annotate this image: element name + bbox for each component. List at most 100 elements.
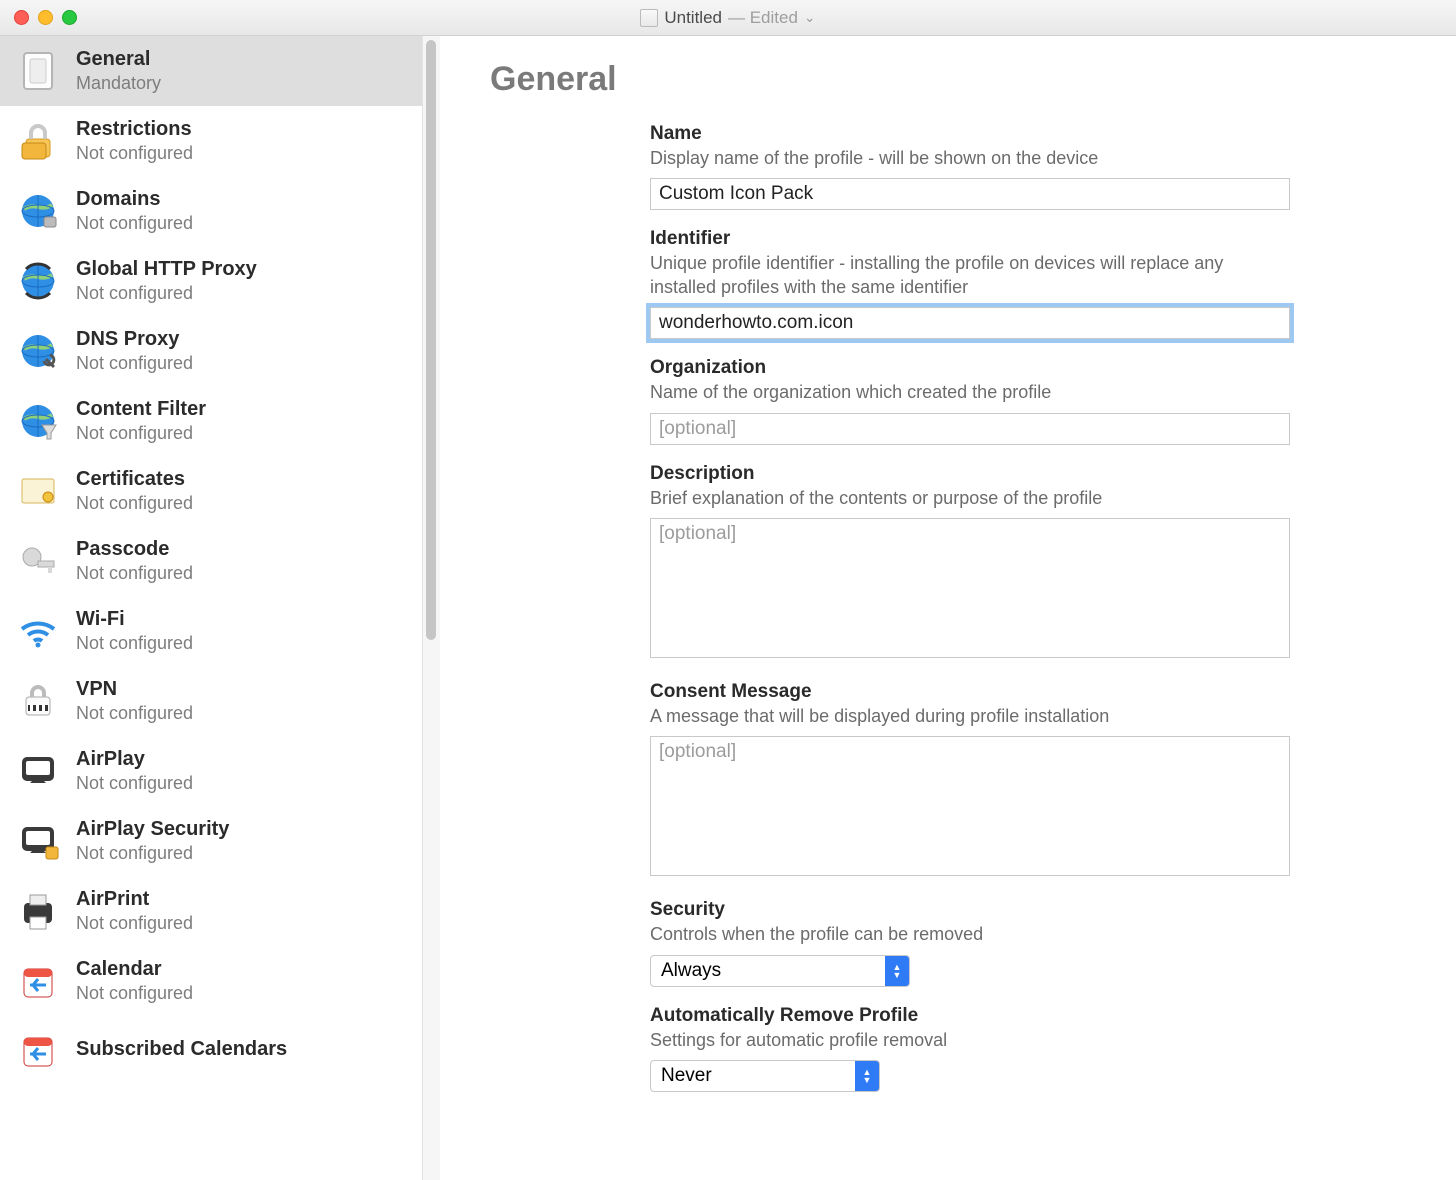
description-input[interactable] — [650, 518, 1290, 658]
sidebar-item-domains[interactable]: DomainsNot configured — [0, 176, 440, 246]
sidebar-item-passcode[interactable]: PasscodeNot configured — [0, 526, 440, 596]
sidebar-item-subtitle: Not configured — [76, 843, 229, 864]
field-security: Security Controls when the profile can b… — [650, 899, 1290, 986]
field-description: Description Brief explanation of the con… — [650, 463, 1290, 663]
autoremove-label: Automatically Remove Profile — [650, 1005, 1290, 1027]
identifier-input[interactable] — [650, 307, 1290, 339]
document-title: Untitled — [664, 8, 722, 28]
consent-label: Consent Message — [650, 681, 1290, 703]
name-help: Display name of the profile - will be sh… — [650, 147, 1290, 170]
calendar-icon — [16, 959, 60, 1003]
sidebar-item-subcal[interactable]: Subscribed Calendars — [0, 1016, 440, 1084]
sidebar-item-vpn[interactable]: VPNNot configured — [0, 666, 440, 736]
sidebar-item-title: General — [76, 48, 161, 71]
sidebar-item-airprint[interactable]: AirPrintNot configured — [0, 876, 440, 946]
stepper-icon: ▲▼ — [855, 1061, 879, 1091]
field-consent: Consent Message A message that will be d… — [650, 681, 1290, 881]
key-icon — [16, 539, 60, 583]
printer-icon — [16, 889, 60, 933]
sidebar-scrollbar-track[interactable] — [422, 36, 440, 1180]
security-label: Security — [650, 899, 1290, 921]
globe-lock-icon — [16, 189, 60, 233]
sidebar-item-airplaysec[interactable]: AirPlay SecurityNot configured — [0, 806, 440, 876]
sidebar-item-subtitle: Not configured — [76, 283, 257, 304]
field-identifier: Identifier Unique profile identifier - i… — [650, 228, 1290, 339]
globe-cycle-icon — [16, 259, 60, 303]
sidebar-item-title: Restrictions — [76, 118, 193, 141]
sidebar-item-title: DNS Proxy — [76, 328, 193, 351]
lock-icon — [16, 119, 60, 163]
zoom-window-button[interactable] — [62, 10, 77, 25]
minimize-window-button[interactable] — [38, 10, 53, 25]
close-window-button[interactable] — [14, 10, 29, 25]
sidebar-item-wifi[interactable]: Wi-FiNot configured — [0, 596, 440, 666]
sidebar-item-restrictions[interactable]: RestrictionsNot configured — [0, 106, 440, 176]
sidebar-item-httpproxy[interactable]: Global HTTP ProxyNot configured — [0, 246, 440, 316]
sidebar-item-title: Calendar — [76, 958, 193, 981]
sidebar-item-title: Passcode — [76, 538, 193, 561]
sidebar-item-title: AirPlay Security — [76, 818, 229, 841]
organization-label: Organization — [650, 357, 1290, 379]
sidebar-item-subtitle: Not configured — [76, 983, 193, 1004]
consent-help: A message that will be displayed during … — [650, 705, 1290, 728]
organization-help: Name of the organization which created t… — [650, 381, 1290, 404]
sidebar-item-subtitle: Not configured — [76, 213, 193, 234]
security-help: Controls when the profile can be removed — [650, 923, 1290, 946]
sidebar-item-certificates[interactable]: CertificatesNot configured — [0, 456, 440, 526]
main-panel: General Name Display name of the profile… — [440, 36, 1456, 1180]
field-name: Name Display name of the profile - will … — [650, 123, 1290, 210]
sidebar-item-subtitle: Not configured — [76, 563, 193, 584]
description-label: Description — [650, 463, 1290, 485]
sidebar-item-calendar[interactable]: CalendarNot configured — [0, 946, 440, 1016]
name-label: Name — [650, 123, 1290, 145]
stepper-icon: ▲▼ — [885, 956, 909, 986]
sidebar-item-dnsproxy[interactable]: DNS ProxyNot configured — [0, 316, 440, 386]
globe-wrench-icon — [16, 329, 60, 373]
sidebar-item-title: AirPlay — [76, 748, 193, 771]
page-title: General — [490, 60, 1426, 99]
airplay-lock-icon — [16, 819, 60, 863]
sidebar-item-subtitle: Not configured — [76, 773, 193, 794]
sidebar-item-subtitle: Not configured — [76, 423, 206, 444]
sidebar-item-subtitle: Not configured — [76, 143, 193, 164]
sidebar-item-title: Global HTTP Proxy — [76, 258, 257, 281]
general-icon — [16, 49, 60, 93]
sidebar-scrollbar-thumb[interactable] — [426, 40, 436, 640]
sidebar-item-subtitle: Not configured — [76, 703, 193, 724]
vpn-icon — [16, 679, 60, 723]
airplay-icon — [16, 749, 60, 793]
sidebar-item-subtitle: Mandatory — [76, 73, 161, 94]
consent-input[interactable] — [650, 736, 1290, 876]
sidebar-item-airplay[interactable]: AirPlayNot configured — [0, 736, 440, 806]
calendar-sub-icon — [16, 1028, 60, 1072]
document-state: — Edited — [728, 8, 798, 28]
sidebar-item-title: Content Filter — [76, 398, 206, 421]
identifier-label: Identifier — [650, 228, 1290, 250]
organization-input[interactable] — [650, 413, 1290, 445]
sidebar-item-subtitle: Not configured — [76, 633, 193, 654]
sidebar-item-title: Domains — [76, 188, 193, 211]
name-input[interactable] — [650, 178, 1290, 210]
autoremove-select-value: Never — [651, 1061, 722, 1091]
description-help: Brief explanation of the contents or pur… — [650, 487, 1290, 510]
autoremove-help: Settings for automatic profile removal — [650, 1029, 1290, 1052]
security-select-value: Always — [651, 956, 731, 986]
sidebar-item-title: VPN — [76, 678, 193, 701]
identifier-help: Unique profile identifier - installing t… — [650, 252, 1290, 299]
sidebar-item-general[interactable]: GeneralMandatory — [0, 36, 440, 106]
document-icon — [640, 9, 658, 27]
certificate-icon — [16, 469, 60, 513]
field-organization: Organization Name of the organization wh… — [650, 357, 1290, 444]
field-autoremove: Automatically Remove Profile Settings fo… — [650, 1005, 1290, 1092]
autoremove-select[interactable]: Never ▲▼ — [650, 1060, 880, 1092]
sidebar-item-title: Wi-Fi — [76, 608, 193, 631]
sidebar-item-title: Certificates — [76, 468, 193, 491]
security-select[interactable]: Always ▲▼ — [650, 955, 910, 987]
sidebar: GeneralMandatoryRestrictionsNot configur… — [0, 36, 440, 1180]
sidebar-item-contentfilter[interactable]: Content FilterNot configured — [0, 386, 440, 456]
sidebar-item-title: Subscribed Calendars — [76, 1038, 287, 1061]
window-controls — [14, 10, 77, 25]
globe-funnel-icon — [16, 399, 60, 443]
sidebar-item-subtitle: Not configured — [76, 353, 193, 374]
chevron-down-icon[interactable]: ⌄ — [804, 9, 816, 26]
